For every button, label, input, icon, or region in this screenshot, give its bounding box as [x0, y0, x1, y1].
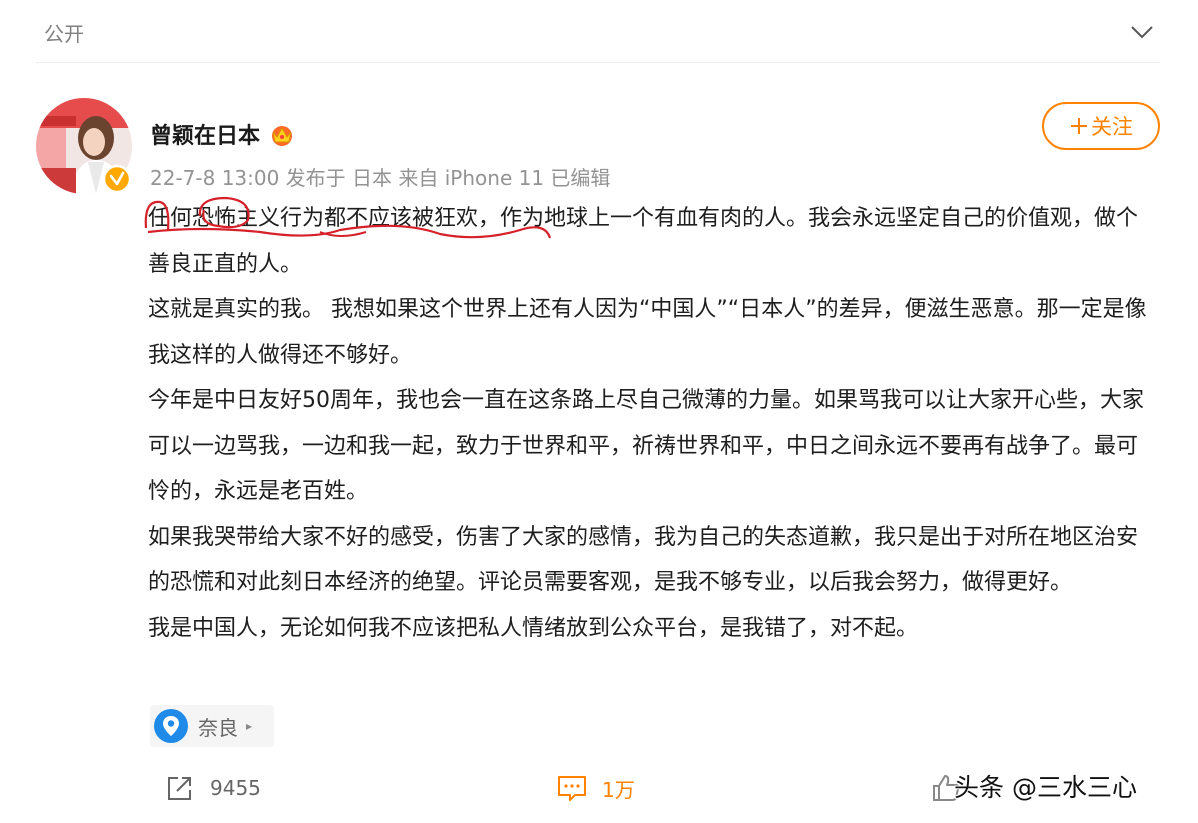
comment-button[interactable]: 1万	[556, 772, 635, 804]
share-count: 9455	[210, 776, 261, 800]
author-row: 曾颖在日本	[150, 114, 296, 154]
post-paragraph: 我是中国人，无论如何我不应该把私人情绪放到公众平台，是我错了，对不起。	[148, 615, 919, 641]
verified-badge-icon	[102, 164, 132, 194]
comment-icon	[558, 776, 586, 801]
follow-label: 关注	[1091, 115, 1133, 139]
chevron-right-icon: ▸	[246, 719, 253, 733]
post-meta: 22-7-8 13:00 发布于 日本 来自 iPhone 11 已编辑	[150, 166, 611, 190]
post-content: 任何恐怖主义行为都不应该被狂欢，作为地球上一个有血有肉的人。我会永远坚定自己的价…	[148, 196, 1148, 651]
location-name: 奈良	[198, 715, 238, 740]
post-paragraph: 任何恐怖主义行为都不应该被狂欢，作为地球上一个有血有肉的人。我会永远坚定自己的价…	[148, 206, 1139, 277]
follow-button[interactable]: 关注	[1042, 102, 1160, 150]
post-paragraph: 今年是中日友好50周年，我也会一直在这条路上尽自己微薄的力量。如果骂我可以让大家…	[148, 388, 1144, 504]
divider	[36, 62, 1160, 63]
watermark: 头条 @三水三心	[954, 773, 1137, 802]
post-paragraph: 这就是真实的我。 我想如果这个世界上还有人因为“中国人”“日本人”的差异，便滋生…	[148, 297, 1147, 368]
comment-count: 1万	[602, 777, 635, 802]
crown-icon[interactable]	[268, 122, 296, 146]
author-avatar[interactable]	[36, 98, 132, 194]
post-paragraph: 如果我哭带给大家不好的感受，伤害了大家的感情，我为自己的失态道歉，我只是出于对所…	[148, 524, 1139, 596]
author-name[interactable]: 曾颖在日本	[150, 118, 260, 150]
visibility-label: 公开	[44, 22, 84, 46]
location-tag[interactable]: 奈良 ▸	[150, 705, 274, 747]
location-pin-icon	[154, 709, 188, 743]
chevron-down-icon[interactable]	[1128, 18, 1156, 46]
plus-icon	[1071, 118, 1087, 134]
share-button[interactable]: 9455	[164, 772, 261, 804]
visibility-bar[interactable]: 公开	[0, 0, 1198, 62]
share-icon	[168, 777, 191, 800]
